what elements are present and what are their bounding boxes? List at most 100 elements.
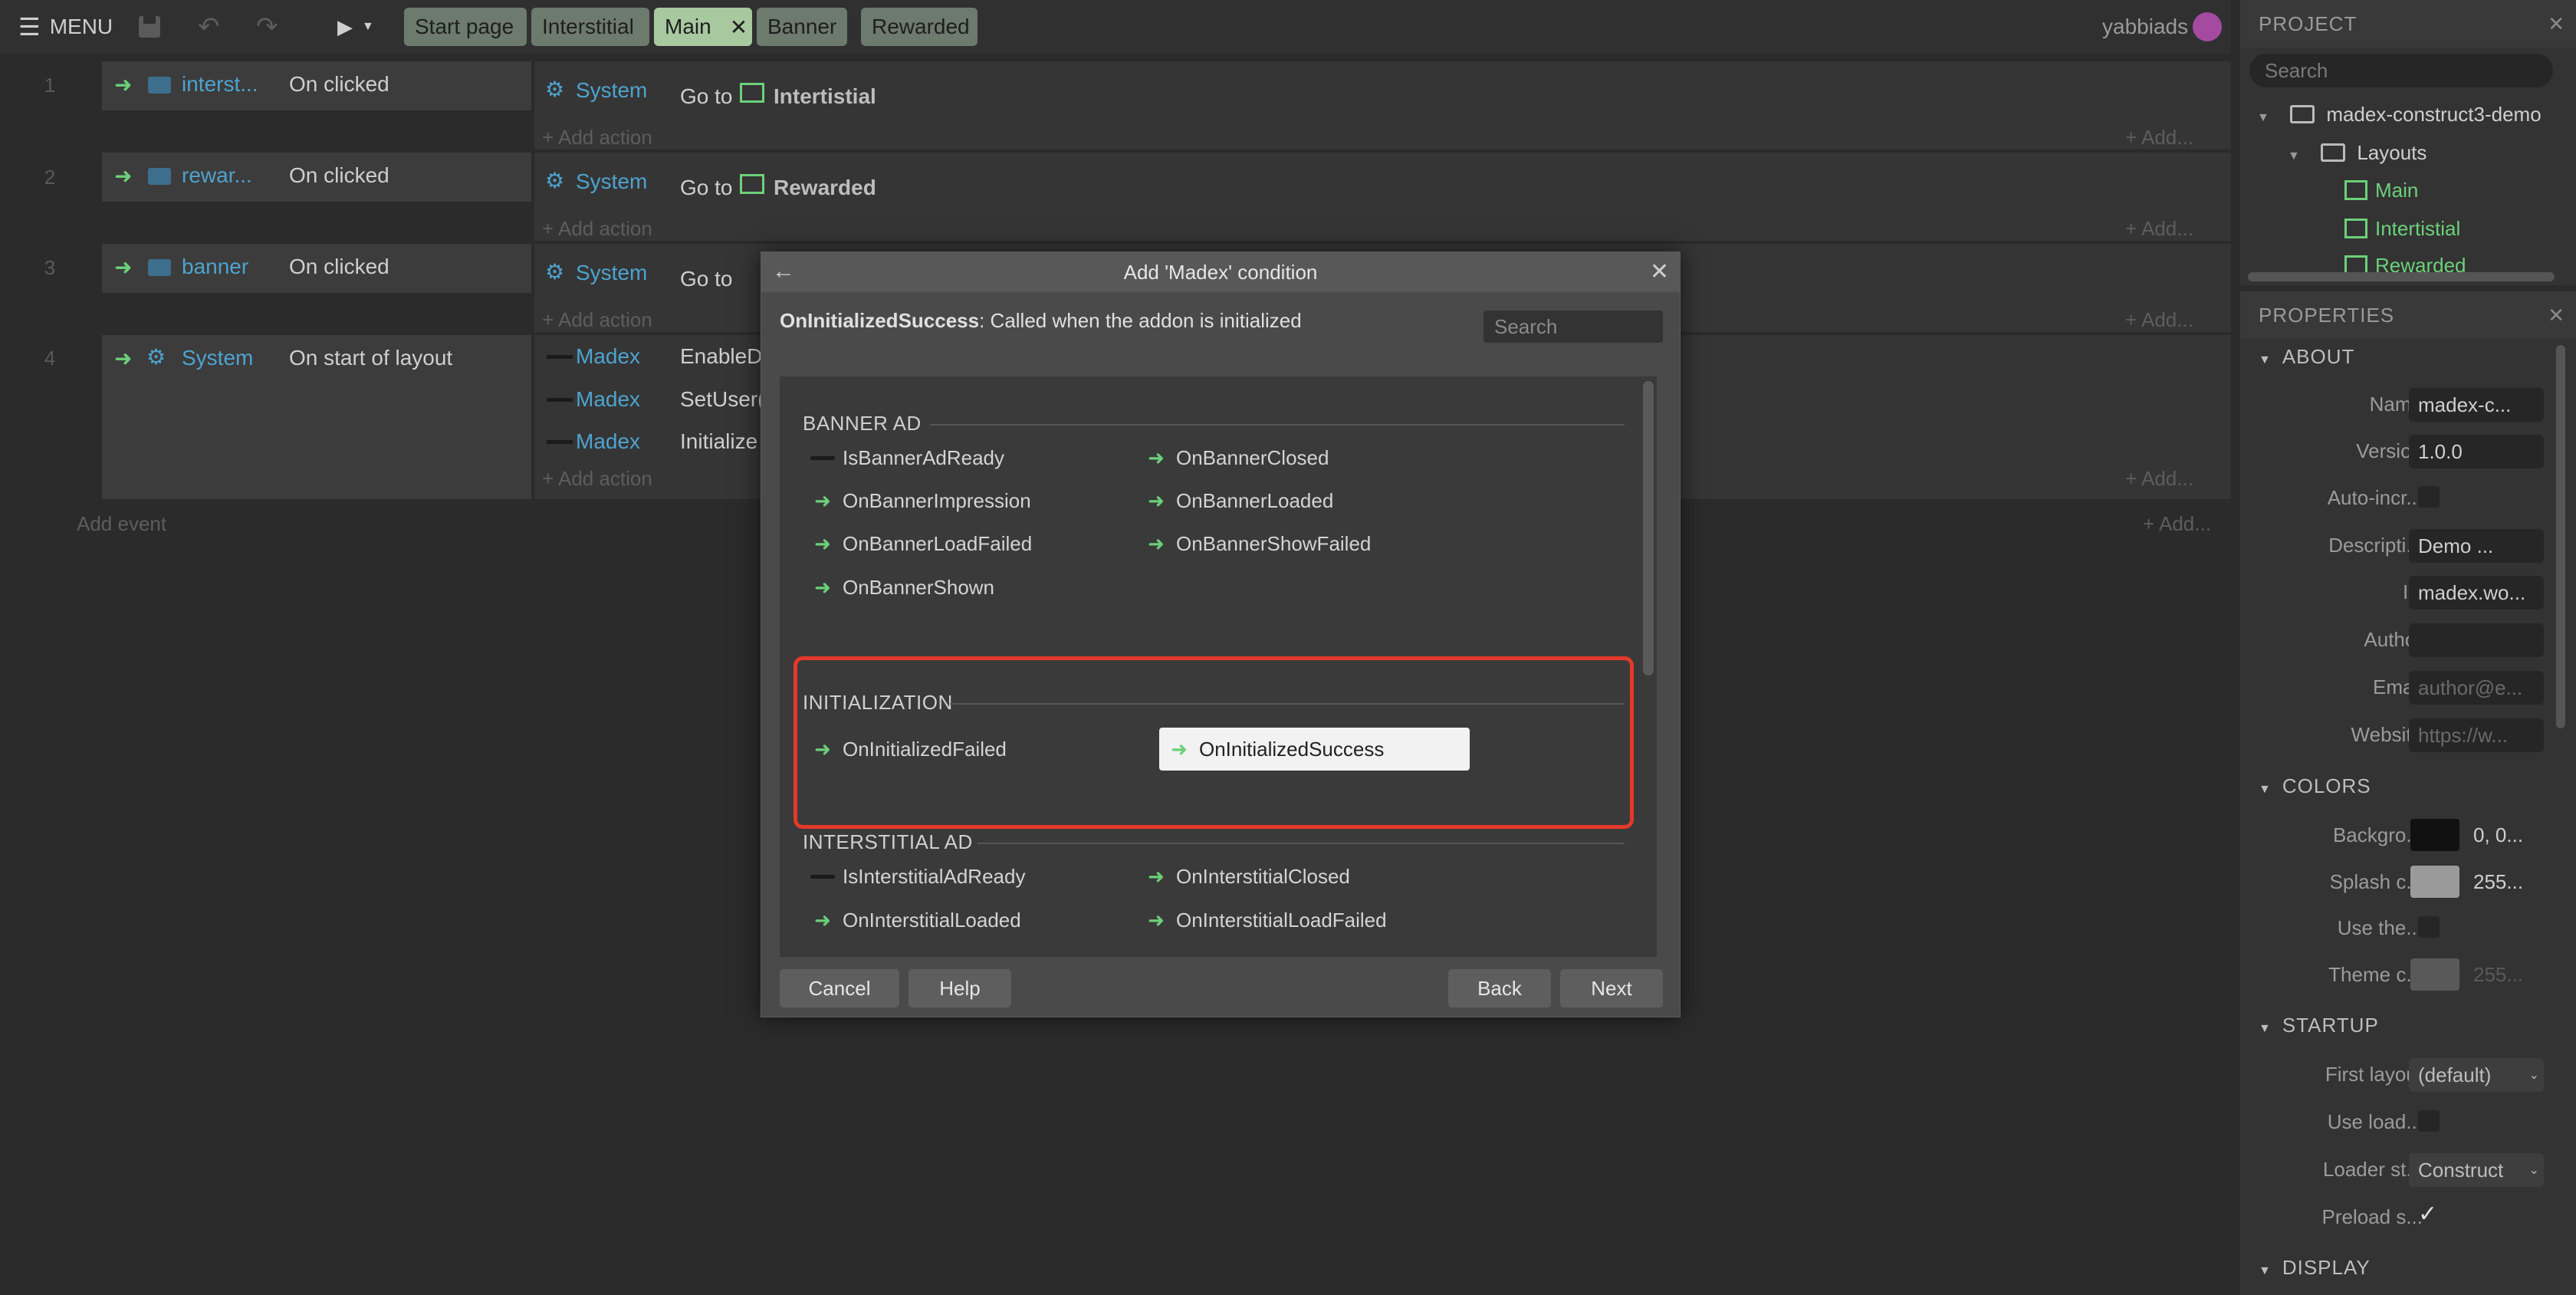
layout-icon bbox=[2344, 255, 2367, 272]
event-actions[interactable]: ⚙ System Go to Rewarded + Add action + A… bbox=[534, 153, 2231, 241]
version-field[interactable]: 1.0.0 bbox=[2409, 435, 2544, 468]
use-theme-checkbox[interactable] bbox=[2418, 916, 2440, 938]
first-layout-select[interactable]: (default) ⌄ bbox=[2409, 1058, 2544, 1092]
auto-increment-checkbox[interactable] bbox=[2418, 486, 2440, 508]
preview-button[interactable]: ▶ ▼ bbox=[337, 0, 374, 54]
section-startup[interactable]: ▼ STARTUP bbox=[2259, 1014, 2379, 1037]
help-button[interactable]: Help bbox=[909, 969, 1011, 1007]
prop-label: Backgro... bbox=[2332, 823, 2423, 846]
save-button[interactable] bbox=[136, 0, 163, 54]
tree-folder-layouts[interactable]: ▼ Layouts bbox=[2288, 141, 2426, 165]
checkmark-icon[interactable]: ✓ bbox=[2418, 1201, 2437, 1228]
name-field[interactable]: madex-c... bbox=[2409, 388, 2544, 422]
add-label: Add... bbox=[2141, 467, 2193, 490]
condition-item[interactable]: IsInterstitialAdReady bbox=[803, 855, 1025, 898]
event-condition[interactable]: ➜ interst... On clicked bbox=[102, 61, 531, 110]
condition-item[interactable]: IsBannerAdReady bbox=[803, 436, 1004, 479]
splash-color-swatch[interactable] bbox=[2410, 866, 2459, 898]
undo-button[interactable]: ↶ bbox=[198, 0, 220, 54]
section-colors[interactable]: ▼ COLORS bbox=[2259, 774, 2371, 798]
condition-item[interactable]: ➜ OnBannerLoaded bbox=[1136, 479, 1333, 522]
add-event-link[interactable]: Add event bbox=[77, 512, 166, 536]
condition-item[interactable]: ➜ OnBannerShowFailed bbox=[1136, 522, 1371, 565]
back-button[interactable]: Back bbox=[1448, 969, 1551, 1007]
back-arrow-icon[interactable]: ← bbox=[772, 258, 795, 284]
select-value: Construct bbox=[2418, 1158, 2504, 1182]
condition-description: OnInitializedSuccess: Called when the ad… bbox=[780, 309, 1302, 333]
user-name[interactable]: yabbiads bbox=[2102, 0, 2188, 54]
project-search-input[interactable]: Search bbox=[2249, 54, 2553, 87]
author-field[interactable] bbox=[2409, 623, 2544, 657]
add-action-label: Add action bbox=[557, 217, 652, 240]
use-loader-checkbox[interactable] bbox=[2418, 1110, 2440, 1132]
expand-icon: ▼ bbox=[2259, 1264, 2272, 1277]
cancel-button[interactable]: Cancel bbox=[780, 969, 899, 1007]
event-number: 4 bbox=[44, 347, 56, 370]
theme-color-swatch[interactable] bbox=[2410, 958, 2459, 991]
vertical-scrollbar[interactable] bbox=[1643, 381, 1654, 675]
description-field[interactable]: Demo ... bbox=[2409, 529, 2544, 563]
section-display[interactable]: ▼ DISPLAY bbox=[2259, 1256, 2371, 1280]
top-bar: ☰ MENU ↶ ↷ ▶ ▼ Start page Interstitial Ma… bbox=[0, 0, 2231, 54]
section-about[interactable]: ▼ ABOUT bbox=[2259, 345, 2354, 369]
add-action-right[interactable]: + Add... bbox=[2125, 308, 2193, 332]
gear-icon: ⚙ bbox=[545, 260, 565, 284]
loader-style-select[interactable]: Construct ⌄ bbox=[2409, 1153, 2544, 1187]
arrow-icon: ➜ bbox=[814, 531, 831, 555]
tab-start-page[interactable]: Start page bbox=[404, 8, 527, 46]
avatar[interactable] bbox=[2193, 12, 2222, 41]
dialog-search-input[interactable]: Search bbox=[1484, 311, 1663, 343]
close-icon[interactable]: ✕ bbox=[2548, 304, 2565, 327]
tab-banner[interactable]: Banner bbox=[757, 8, 847, 46]
event-condition[interactable]: ➜ ⚙ System On start of layout bbox=[102, 335, 531, 499]
close-icon[interactable]: ✕ bbox=[730, 15, 748, 40]
menu-label: MENU bbox=[49, 15, 113, 38]
add-action-right[interactable]: + Add... bbox=[2125, 217, 2193, 241]
tree-item-main[interactable]: Main bbox=[2344, 179, 2418, 202]
condition-item[interactable]: ➜ OnBannerImpression bbox=[803, 479, 1031, 522]
add-action-right[interactable]: + Add... bbox=[2125, 126, 2193, 150]
condition-item[interactable]: ➜ OnBannerClosed bbox=[1136, 436, 1329, 479]
add-action-link[interactable]: + Add action bbox=[542, 126, 652, 150]
redo-button[interactable]: ↷ bbox=[256, 0, 278, 54]
action-object: System bbox=[576, 78, 648, 102]
tab-rewarded[interactable]: Rewarded bbox=[861, 8, 978, 46]
horizontal-scrollbar[interactable] bbox=[2248, 272, 2555, 281]
tree-root[interactable]: ▼ madex-construct3-demo bbox=[2257, 103, 2542, 127]
tree-item-label: Intertistial bbox=[2375, 217, 2461, 240]
event-number: 3 bbox=[44, 256, 56, 279]
add-action-link[interactable]: + Add action bbox=[542, 308, 652, 332]
tab-main[interactable]: Main ✕ bbox=[654, 8, 752, 46]
add-event-right[interactable]: + Add... bbox=[2143, 512, 2211, 536]
condition-item[interactable]: ➜ OnInterstitialLoadFailed bbox=[1136, 899, 1387, 942]
add-action-link[interactable]: + Add action bbox=[542, 217, 652, 241]
vertical-scrollbar[interactable] bbox=[2556, 345, 2565, 728]
background-color-swatch[interactable] bbox=[2410, 819, 2459, 851]
condition-item[interactable]: ➜ OnInterstitialLoaded bbox=[803, 899, 1021, 942]
condition-item[interactable]: ➜ OnBannerLoadFailed bbox=[803, 522, 1032, 565]
id-field[interactable]: madex.wo... bbox=[2409, 576, 2544, 610]
add-action-link[interactable]: + Add action bbox=[542, 467, 652, 491]
tab-interstitial[interactable]: Interstitial bbox=[531, 8, 649, 46]
expand-icon: ▼ bbox=[2288, 150, 2300, 163]
prop-label: Splash c... bbox=[2329, 870, 2423, 893]
close-icon[interactable]: ✕ bbox=[1650, 258, 1669, 285]
condition-item[interactable]: ➜ OnBannerShown bbox=[803, 566, 994, 609]
section-title: COLORS bbox=[2282, 774, 2371, 797]
menu-button[interactable]: ☰ MENU bbox=[18, 0, 113, 54]
condition-item[interactable]: ➜ OnInterstitialClosed bbox=[1136, 855, 1350, 898]
event-condition[interactable]: ➜ banner On clicked bbox=[102, 244, 531, 293]
condition-label: OnInterstitialLoadFailed bbox=[1176, 908, 1387, 932]
next-button[interactable]: Next bbox=[1560, 969, 1663, 1007]
tree-item-rewarded[interactable]: Rewarded bbox=[2344, 254, 2466, 272]
website-field[interactable]: https://w... bbox=[2409, 718, 2544, 752]
properties-panel: PROPERTIES ✕ ▼ ABOUT Name madex-c... Vers… bbox=[2240, 291, 2576, 1295]
chevron-down-icon: ⌄ bbox=[2528, 1069, 2539, 1082]
tree-item-intertistial[interactable]: Intertistial bbox=[2344, 217, 2460, 241]
add-action-right[interactable]: + Add... bbox=[2125, 467, 2193, 491]
event-condition[interactable]: ➜ rewar... On clicked bbox=[102, 153, 531, 202]
tab-label: Interstitial bbox=[542, 15, 634, 38]
event-actions[interactable]: ⚙ System Go to Intertistial + Add action… bbox=[534, 61, 2231, 150]
email-field[interactable]: author@e... bbox=[2409, 671, 2544, 705]
close-icon[interactable]: ✕ bbox=[2548, 12, 2565, 36]
